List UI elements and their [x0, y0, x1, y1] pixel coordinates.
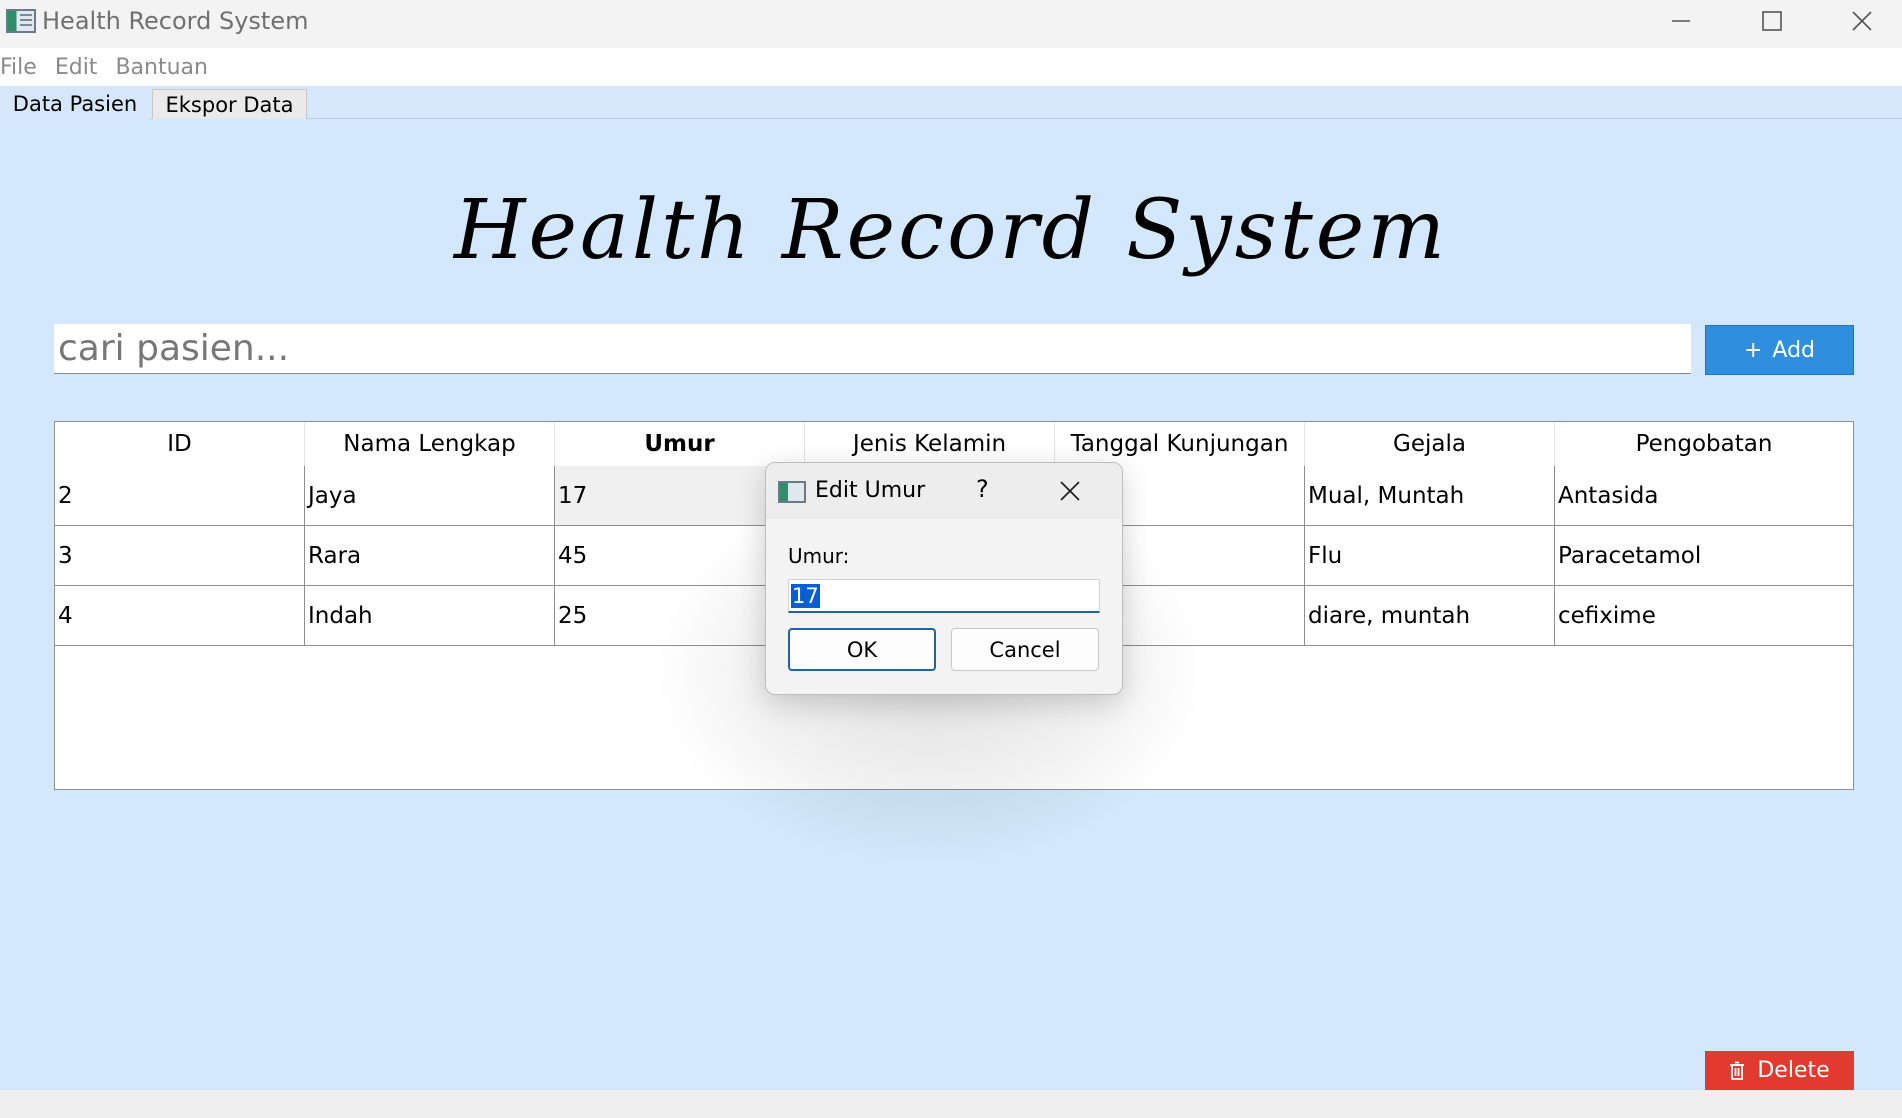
page-title: Health Record System	[453, 183, 1449, 278]
delete-button-label: Delete	[1757, 1058, 1830, 1083]
menu-edit[interactable]: Edit	[55, 55, 106, 80]
cancel-button[interactable]: Cancel	[951, 628, 1099, 671]
umur-label: Umur:	[788, 544, 850, 568]
dialog-close-button[interactable]	[1058, 479, 1082, 507]
cell-gejala[interactable]: diare, muntah	[1305, 586, 1555, 645]
cell-nama[interactable]: Rara	[305, 526, 555, 585]
tab-data-pasien[interactable]: Data Pasien	[0, 89, 150, 119]
window-titlebar: Health Record System	[0, 0, 1902, 48]
table-header: ID Nama Lengkap Umur Jenis Kelamin Tangg…	[55, 422, 1853, 466]
column-header-nama[interactable]: Nama Lengkap	[305, 422, 555, 466]
cell-id[interactable]: 3	[55, 526, 305, 585]
dialog-titlebar: Edit Umur ?	[766, 463, 1122, 519]
app-icon	[778, 481, 806, 503]
cell-gejala[interactable]: Flu	[1305, 526, 1555, 585]
add-button-label: Add	[1772, 337, 1816, 363]
cell-id[interactable]: 4	[55, 586, 305, 645]
ok-button[interactable]: OK	[788, 628, 936, 671]
close-icon	[1852, 11, 1872, 31]
tab-ekspor-data[interactable]: Ekspor Data	[152, 89, 307, 119]
delete-button[interactable]: Delete	[1705, 1051, 1854, 1090]
cell-gejala[interactable]: Mual, Muntah	[1305, 466, 1555, 525]
menu-bar: File Edit Bantuan	[0, 48, 1902, 86]
close-icon	[1060, 481, 1080, 501]
plus-icon: +	[1743, 337, 1763, 363]
cell-pengobatan[interactable]: Antasida	[1555, 466, 1853, 525]
column-header-umur[interactable]: Umur	[555, 422, 805, 466]
minimize-button[interactable]	[1636, 0, 1726, 42]
close-window-button[interactable]	[1817, 0, 1902, 42]
search-input[interactable]	[54, 324, 1691, 374]
maximize-button[interactable]	[1727, 0, 1817, 42]
menu-bantuan[interactable]: Bantuan	[115, 55, 216, 80]
umur-input[interactable]: 17	[788, 579, 1100, 613]
cell-id[interactable]: 2	[55, 466, 305, 525]
dialog-title: Edit Umur	[815, 478, 926, 503]
window-title: Health Record System	[42, 7, 309, 35]
trash-icon	[1730, 1061, 1745, 1080]
column-header-gejala[interactable]: Gejala	[1305, 422, 1555, 466]
maximize-icon	[1762, 11, 1782, 31]
help-button[interactable]: ?	[976, 475, 989, 503]
app-icon	[6, 9, 36, 33]
column-header-pengobatan[interactable]: Pengobatan	[1555, 422, 1853, 466]
column-header-jenis-kelamin[interactable]: Jenis Kelamin	[805, 422, 1055, 466]
cell-nama[interactable]: Indah	[305, 586, 555, 645]
cell-pengobatan[interactable]: cefixime	[1555, 586, 1853, 645]
status-bar	[0, 1090, 1902, 1118]
column-header-tanggal[interactable]: Tanggal Kunjungan	[1055, 422, 1305, 466]
edit-umur-dialog: Edit Umur ? Umur: 17 OK Cancel	[765, 462, 1123, 695]
menu-file[interactable]: File	[0, 55, 45, 80]
minimize-icon	[1672, 20, 1690, 22]
add-button[interactable]: + Add	[1705, 325, 1854, 375]
cell-nama[interactable]: Jaya	[305, 466, 555, 525]
umur-input-value: 17	[791, 583, 820, 608]
tab-bar: Data Pasien Ekspor Data	[0, 86, 1902, 119]
cell-pengobatan[interactable]: Paracetamol	[1555, 526, 1853, 585]
column-header-id[interactable]: ID	[55, 422, 305, 466]
